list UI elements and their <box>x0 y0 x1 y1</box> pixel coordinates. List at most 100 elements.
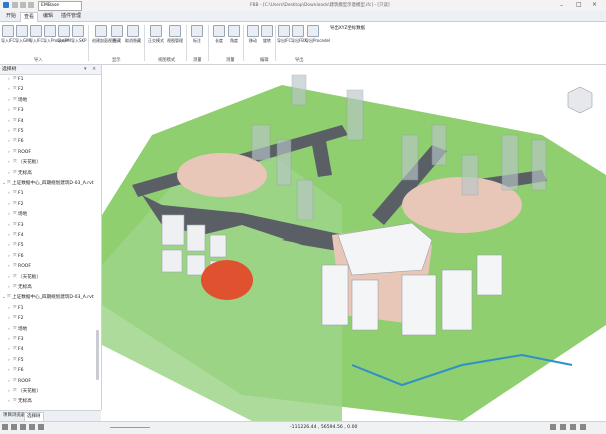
tree-item[interactable]: › ⤧无标高 <box>0 397 32 406</box>
create-section-view-button[interactable]: 创建剖面视图 <box>92 25 116 43</box>
unhide-icon <box>127 25 139 37</box>
tree-item[interactable]: › ⤧F2 <box>0 200 24 209</box>
view-manager-button[interactable]: 视图管理 <box>166 25 184 43</box>
export-procedel-button[interactable]: 导出Procedel <box>305 25 330 43</box>
tree-item[interactable]: › ⤧F5 <box>0 241 24 250</box>
orbit-icon[interactable] <box>20 424 26 430</box>
zoom-icon[interactable] <box>38 424 44 430</box>
tab-plugins[interactable]: 插件管理 <box>58 12 84 21</box>
export-fbx-button[interactable]: 导出FBX <box>291 25 307 43</box>
tab-view[interactable]: 查看 <box>20 12 39 22</box>
tree-scrollbar[interactable] <box>96 330 99 380</box>
minimize-button[interactable]: – <box>560 2 563 9</box>
tree-item[interactable]: › ⤧（天花板） <box>0 158 41 167</box>
import-ifc-icon <box>2 25 14 37</box>
hide-button[interactable]: 隐藏 <box>110 25 124 43</box>
import-pm-icon <box>58 25 70 37</box>
tree-item[interactable]: › ⤧F3 <box>0 106 24 115</box>
tree-item[interactable]: › ⤧F1 <box>0 304 24 313</box>
tree-group-item[interactable]: ⌄⤧上证数据中心_四期规划建筑D-03_A.rvt <box>0 179 94 188</box>
tree-item[interactable]: › ⤧ROOF <box>0 262 31 271</box>
tree-item[interactable]: › ⤧F6 <box>0 366 24 375</box>
fullscreen-icon[interactable] <box>580 424 586 430</box>
tree-item[interactable]: › ⤧场地 <box>0 96 27 105</box>
export-ifc-icon <box>278 25 290 37</box>
tree-item[interactable]: › ⤧F6 <box>0 137 24 146</box>
home-icon[interactable] <box>2 424 8 430</box>
tree-item[interactable]: › ⤧F4 <box>0 345 24 354</box>
layers-icon[interactable] <box>560 424 566 430</box>
rotate-button[interactable]: 旋转 <box>260 25 274 43</box>
tab-edit[interactable]: 编辑 <box>40 12 56 21</box>
tree-item-label: F5 <box>18 129 24 134</box>
tree-item[interactable]: › ⤧F4 <box>0 117 24 126</box>
new-icon[interactable] <box>28 2 34 8</box>
tree-item[interactable]: › ⤧F3 <box>0 335 24 344</box>
tree-item-label: F2 <box>18 316 24 322</box>
tab-start[interactable]: 开始 <box>3 12 19 21</box>
tree-item-label: F4 <box>18 233 24 238</box>
tree-item-label: F3 <box>18 222 24 228</box>
import-ifc-button[interactable]: 导入IFC <box>1 25 15 43</box>
settings-icon[interactable] <box>550 424 556 430</box>
angle-icon <box>228 25 240 37</box>
zoom-slider[interactable] <box>110 427 150 428</box>
tree-item[interactable]: › ⤧（天花板） <box>0 387 41 396</box>
import-procedel-button[interactable]: 导入Procedel <box>43 25 68 43</box>
unhide-button[interactable]: 取消隐藏 <box>124 25 142 43</box>
view-cube-icon[interactable] <box>567 86 593 114</box>
import-ifc2-button[interactable]: 导入IFC <box>29 25 43 43</box>
tree-group-item[interactable]: ⌄⤧上证数据中心_四期规划建筑D-03_A.rvt <box>0 293 94 302</box>
export-procedel-icon <box>307 25 319 37</box>
angle-button[interactable]: 角度 <box>227 25 241 43</box>
pan-icon[interactable] <box>29 424 35 430</box>
save-icon[interactable] <box>12 2 18 8</box>
maximize-button[interactable]: □ <box>576 1 582 9</box>
close-button[interactable]: × <box>592 1 597 9</box>
export-xyz-link[interactable]: 导出XYZ坐标数据 <box>330 25 365 31</box>
import-skp-button[interactable]: 导入SKP <box>71 25 87 43</box>
tree-item-label: F1 <box>18 77 24 82</box>
tree-item[interactable]: › ⤧F5 <box>0 356 24 365</box>
export-ifc-button[interactable]: 导出IFC <box>277 25 291 43</box>
ribbon-divider <box>144 25 145 61</box>
tree-item[interactable]: › ⤧F6 <box>0 252 24 261</box>
group-label-measure-2: 测量 <box>226 58 235 63</box>
tree-item[interactable]: › ⤧F2 <box>0 85 24 94</box>
3d-viewport[interactable] <box>102 65 606 421</box>
tree-item[interactable]: › ⤧F5 <box>0 127 24 136</box>
open-icon[interactable] <box>20 2 26 8</box>
app-name-field[interactable]: EMBase <box>38 1 82 11</box>
tree-item[interactable]: › ⤧无标高 <box>0 169 32 178</box>
annotate-button[interactable]: 标注 <box>188 25 206 43</box>
move-button[interactable]: 移动 <box>246 25 260 43</box>
section-view-icon <box>95 25 107 37</box>
tree-item-label: 上证数据中心_四期规划建筑D-03_A.rvt <box>12 295 94 301</box>
export-fbx-icon <box>292 25 304 37</box>
tree-item[interactable]: › ⤧F4 <box>0 231 24 240</box>
tree-item[interactable]: › ⤧F1 <box>0 189 24 198</box>
tree-item[interactable]: › ⤧F3 <box>0 221 24 230</box>
tree-item[interactable]: › ⤧F2 <box>0 314 24 323</box>
pin-icon[interactable]: ▾ <box>84 65 87 74</box>
ribbon-divider <box>275 25 276 61</box>
tree-item[interactable]: › ⤧ROOF <box>0 377 31 386</box>
tree-item-label: F3 <box>18 337 24 342</box>
tree-item-label: 场地 <box>18 97 28 103</box>
tree-item[interactable]: › ⤧（天花板） <box>0 273 41 282</box>
measure-icon[interactable] <box>570 424 576 430</box>
tree-item[interactable]: › ⤧F1 <box>0 75 24 84</box>
ribbon-tabs: 开始 查看 编辑 插件管理 <box>0 11 606 22</box>
close-panel-button[interactable]: × <box>92 65 96 74</box>
import-pm-button[interactable]: 导入PM <box>57 25 71 43</box>
tree-item-label: 上证数据中心_四期规划建筑D-03_A.rvt <box>12 181 94 186</box>
fit-view-icon[interactable] <box>11 424 17 430</box>
tree-item[interactable]: › ⤧无标高 <box>0 283 32 292</box>
ortho-mode-button[interactable]: 正交模式 <box>147 25 165 43</box>
tree-item[interactable]: › ⤧ROOF <box>0 148 31 157</box>
length-button[interactable]: 长度 <box>212 25 226 43</box>
tree-item[interactable]: › ⤧场地 <box>0 210 27 219</box>
tree-item-label: ROOF <box>18 264 32 270</box>
import-gim-button[interactable]: 导入GIM <box>15 25 31 43</box>
tree-item[interactable]: › ⤧场地 <box>0 325 27 334</box>
